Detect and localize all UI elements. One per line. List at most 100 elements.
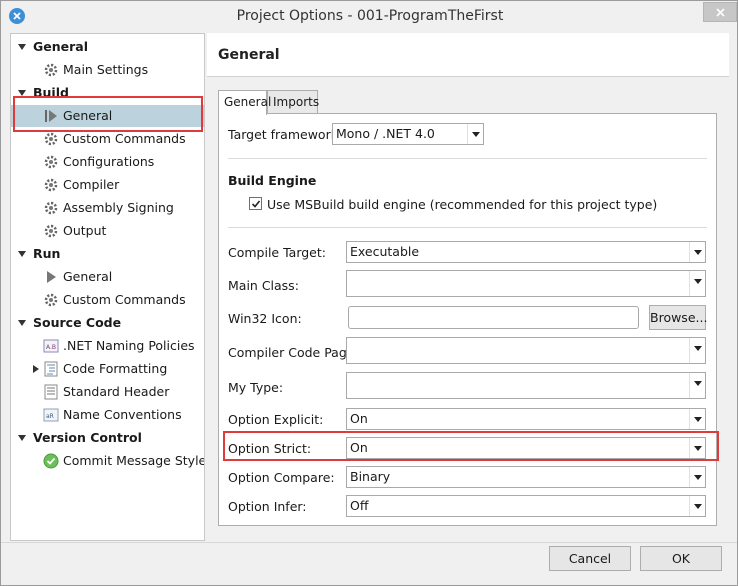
expand-arrow-icon[interactable] [18,251,26,257]
window-title: Project Options - 001-ProgramTheFirst [236,8,504,24]
tree-label: Custom Commands [63,292,186,307]
code-formatting-icon [44,361,58,377]
compiler-code-page-combo[interactable] [346,337,706,364]
tree-item-main-settings[interactable]: Main Settings [11,59,204,81]
my-type-label: My Type: [228,380,284,395]
selected-value: Off [350,498,369,513]
cancel-button[interactable]: Cancel [549,546,631,571]
tree-item-name-conventions[interactable]: aR Name Conventions [11,404,204,426]
expand-arrow-icon[interactable] [18,320,26,326]
gear-icon [44,293,58,307]
msbuild-checkbox-label[interactable]: Use MSBuild build engine (recommended fo… [267,197,657,212]
tree-item-commit-message-style[interactable]: Commit Message Style [11,450,204,472]
page-header: General [207,33,729,77]
gear-icon [44,201,58,215]
option-compare-label: Option Compare: [228,470,335,485]
chevron-down-icon [689,373,705,398]
check-circle-icon [43,453,59,469]
project-options-window: Project Options - 001-ProgramTheFirst Ge… [0,0,738,586]
tree-label: Compiler [63,177,120,192]
tree-label: .NET Naming Policies [63,338,195,353]
target-framework-label: Target framework: [228,127,343,142]
play-icon [47,271,56,283]
option-infer-select[interactable]: Off [346,495,706,517]
tree-label: Configurations [63,154,155,169]
option-compare-select[interactable]: Binary [346,466,706,488]
divider [228,227,707,228]
expand-arrow-icon[interactable] [18,44,26,50]
main-class-label: Main Class: [228,278,299,293]
gear-icon [44,224,58,238]
option-infer-label: Option Infer: [228,499,307,514]
tree-item-run-general[interactable]: General [11,266,204,288]
expand-arrow-icon[interactable] [33,365,39,373]
selected-value: Binary [350,469,391,484]
svg-text:A.B: A.B [46,344,56,351]
tree-category-source-code[interactable]: Source Code [11,312,204,334]
compile-target-select[interactable]: Executable [346,241,706,263]
chevron-down-icon [689,271,705,296]
win32-icon-input[interactable] [348,306,639,329]
win32-icon-label: Win32 Icon: [228,311,302,326]
selected-value: Executable [350,244,420,259]
title-bar: Project Options - 001-ProgramTheFirst [1,1,737,32]
tree-label: Output [63,223,107,238]
tree-item-run-custom-commands[interactable]: Custom Commands [11,289,204,311]
tree-label: Name Conventions [63,407,182,422]
msbuild-checkbox[interactable] [249,197,262,210]
divider [228,158,707,159]
naming-policy-icon: A.B [43,339,59,353]
page-title: General [218,47,280,63]
ok-button[interactable]: OK [640,546,722,571]
tree-item-output[interactable]: Output [11,220,204,242]
tree-label: Main Settings [63,62,149,77]
target-framework-select[interactable]: Mono / .NET 4.0 [332,123,484,145]
selected-value: On [350,411,368,426]
highlight-box-build-general [13,96,203,132]
build-engine-title: Build Engine [228,173,317,188]
main-class-combo[interactable] [346,270,706,297]
close-button[interactable] [703,2,737,22]
tree-label: Assembly Signing [63,200,174,215]
gear-icon [44,132,58,146]
tree-label: General [33,39,88,54]
tree-category-run[interactable]: Run [11,243,204,265]
close-icon [716,8,725,17]
tree-item-assembly-signing[interactable]: Assembly Signing [11,197,204,219]
chevron-down-icon [689,467,705,487]
browse-button[interactable]: Browse... [649,305,707,330]
chevron-down-icon [467,124,483,144]
tree-item-configurations[interactable]: Configurations [11,151,204,173]
tree-category-general[interactable]: General [11,36,204,58]
compiler-code-page-label: Compiler Code Page: [228,345,359,360]
gear-icon [44,155,58,169]
tab-general[interactable]: General [218,90,271,115]
tree-item-standard-header[interactable]: Standard Header [11,381,204,403]
option-explicit-label: Option Explicit: [228,412,324,427]
tree-category-version-control[interactable]: Version Control [11,427,204,449]
checkmark-icon [251,200,261,208]
gear-icon [44,178,58,192]
gear-icon [44,63,58,77]
chevron-down-icon [689,338,705,363]
tree-label: Standard Header [63,384,170,399]
tree-label: Version Control [33,430,142,445]
tree-item-naming-policies[interactable]: A.B .NET Naming Policies [11,335,204,357]
chevron-down-icon [689,242,705,262]
tree-item-compiler[interactable]: Compiler [11,174,204,196]
name-conventions-icon: aR [43,408,59,422]
document-icon [44,384,58,400]
tree-label: Source Code [33,315,122,330]
svg-text:aR: aR [46,413,54,420]
tree-item-code-formatting[interactable]: Code Formatting [11,358,204,380]
my-type-combo[interactable] [346,372,706,399]
highlight-box-option-strict [223,431,719,461]
tree-label: Commit Message Style [63,453,205,468]
compile-target-label: Compile Target: [228,245,326,260]
option-explicit-select[interactable]: On [346,408,706,430]
footer-divider [1,542,737,543]
tab-imports[interactable]: Imports [267,90,319,114]
chevron-down-icon [689,496,705,516]
tree-label: Run [33,246,61,261]
expand-arrow-icon[interactable] [18,435,26,441]
